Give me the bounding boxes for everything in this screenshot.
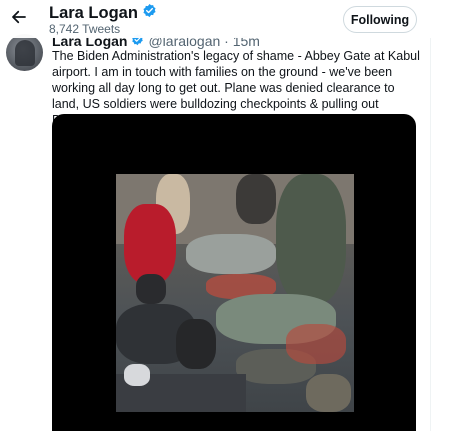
scene-shape [306,374,351,412]
header-name: Lara Logan [49,3,138,22]
arrow-left-icon [12,10,26,24]
avatar-silhouette [15,40,35,66]
scene-shape [176,319,216,369]
scene-shape [124,204,176,284]
scene-shape [186,234,276,274]
scene-shape [236,174,276,224]
profile-header: Lara Logan 8,742 Tweets Following [0,0,450,38]
scene-shape [276,174,346,304]
header-title: Lara Logan [49,3,157,23]
scene-shape [136,274,166,304]
back-button[interactable] [8,6,30,28]
tweet-media[interactable] [52,114,416,431]
following-button[interactable]: Following [343,6,417,33]
tweet: Lara Logan @laralogan · 15m The Biden Ad… [0,0,450,431]
scene-shape [286,324,346,364]
header-tweet-count: 8,742 Tweets [49,22,121,36]
avatar[interactable] [6,34,43,71]
column-divider [430,0,431,431]
scene-shape [124,364,150,386]
verified-badge-icon [142,3,157,23]
media-photo [116,174,354,412]
